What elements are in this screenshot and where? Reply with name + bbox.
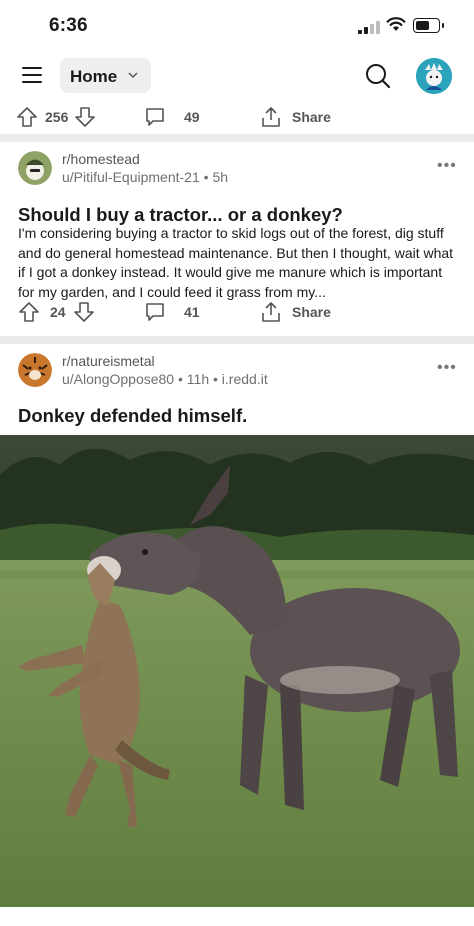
post-title[interactable]: Should I buy a tractor... or a donkey? [18,204,343,226]
upvote-count: 256 [45,109,69,125]
subreddit-name[interactable]: r/natureismetal [62,353,155,369]
comments-button[interactable]: 41 [144,293,200,331]
post-meta: u/AlongOppose80 • 11h • i.redd.it [62,371,268,387]
search-icon[interactable] [364,62,392,90]
share-icon [262,107,280,127]
post-actions: 24 41 Share [0,293,474,331]
share-label: Share [292,304,331,320]
post-domain[interactable]: i.redd.it [222,371,268,387]
top-nav: Home [0,50,474,100]
comment-count: 41 [184,304,200,320]
next-post-actions-peek [0,907,474,926]
chevron-down-icon [128,72,138,79]
feed-selector[interactable]: Home [60,58,151,93]
battery-icon [413,18,444,33]
upvote-count: 24 [50,304,66,320]
upvote-icon[interactable] [18,301,40,323]
previous-post-card: 256 49 Share [0,100,474,134]
comments-button[interactable]: 49 [144,98,200,136]
menu-icon[interactable] [22,66,42,84]
status-bar: 6:36 [0,0,474,50]
user-avatar[interactable] [416,58,452,94]
post-actions: 256 49 Share [0,98,474,136]
post-age: 5h [212,169,229,185]
post-body[interactable]: I'm considering buying a tractor to skid… [18,224,458,302]
post-title[interactable]: Donkey defended himself. [18,405,247,427]
post-meta: u/Pitiful-Equipment-21 • 5h [62,169,229,185]
post-age: 11h [186,371,210,387]
share-button[interactable]: Share [260,98,331,136]
vote-group: 256 [16,98,96,136]
upvote-icon[interactable] [16,106,38,128]
share-label: Share [292,109,331,125]
more-icon[interactable]: ••• [437,157,457,175]
downvote-icon[interactable] [74,106,96,128]
signal-icon [358,20,380,34]
comment-count: 49 [184,109,200,125]
subreddit-avatar[interactable] [18,353,52,387]
comment-icon [146,303,164,321]
comment-icon [146,108,164,126]
status-time: 6:36 [49,15,88,36]
share-icon [262,302,280,322]
vote-group: 24 [18,293,95,331]
subreddit-avatar[interactable] [18,151,52,185]
post-author[interactable]: u/Pitiful-Equipment-21 [62,169,200,185]
share-button[interactable]: Share [260,293,331,331]
downvote-icon[interactable] [73,301,95,323]
subreddit-name[interactable]: r/homestead [62,151,140,167]
wifi-icon [386,17,406,31]
more-icon[interactable]: ••• [437,359,457,377]
feed-selector-label: Home [70,67,118,86]
post-image[interactable] [0,435,474,907]
post-author[interactable]: u/AlongOppose80 [62,371,174,387]
post-card[interactable]: r/homestead u/Pitiful-Equipment-21 • 5h … [0,142,474,336]
